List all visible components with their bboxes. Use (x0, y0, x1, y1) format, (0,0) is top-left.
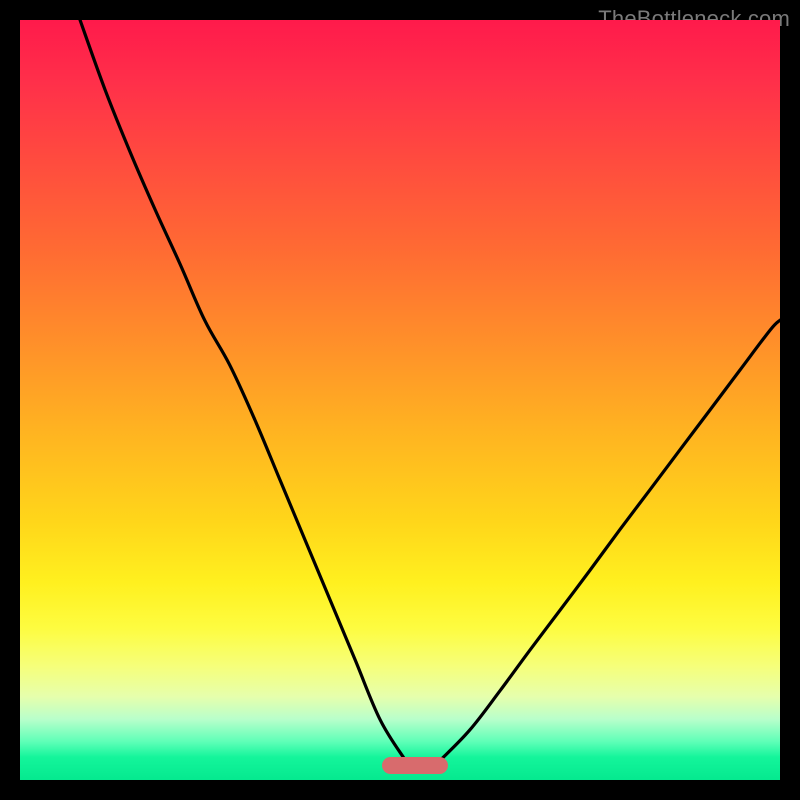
curve-layer (20, 20, 780, 780)
right-curve (440, 320, 780, 760)
chart-frame: TheBottleneck.com (0, 0, 800, 800)
optimal-marker (382, 757, 448, 774)
plot-area (20, 20, 780, 780)
left-curve (80, 20, 405, 760)
